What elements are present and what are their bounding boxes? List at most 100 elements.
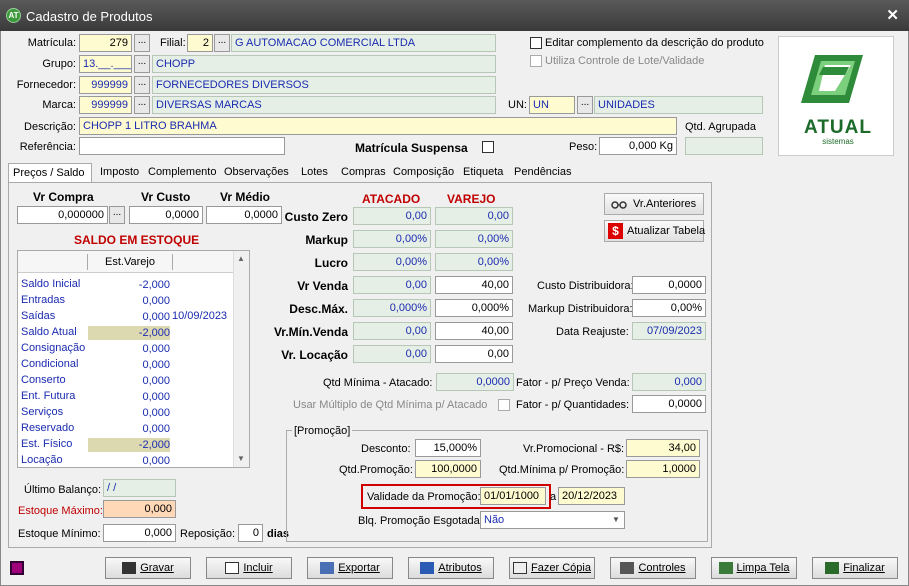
matricula-suspensa-checkbox[interactable] — [482, 141, 494, 153]
saldo-row[interactable]: Conserto 0,000 — [18, 373, 233, 389]
fator-qtd-input[interactable]: 0,0000 — [632, 395, 706, 413]
close-icon[interactable]: ✕ — [886, 6, 899, 24]
tab-pendencias[interactable]: Pendências — [510, 163, 576, 183]
tab-observacoes[interactable]: Observações — [220, 163, 293, 183]
marca-code-input[interactable]: 999999 — [79, 96, 132, 114]
reposicao-input[interactable]: 0 — [238, 524, 263, 542]
validade-fim-input[interactable]: 20/12/2023 — [558, 487, 625, 505]
tab-precos-saldo[interactable]: Preços / Saldo — [8, 163, 92, 183]
controle-lote-checkbox[interactable] — [530, 55, 542, 67]
varejo-value[interactable]: 40,00 — [435, 276, 513, 294]
scroll-down-icon[interactable]: ▼ — [237, 454, 245, 463]
vr-compra-input[interactable]: 0,000000 — [17, 206, 108, 224]
tab-etiqueta[interactable]: Etiqueta — [459, 163, 507, 183]
saldo-row[interactable]: Consignação 0,000 — [18, 341, 233, 357]
exportar-button[interactable]: Exportar — [307, 557, 393, 579]
grupo-code-input[interactable]: 13.__.___ — [79, 55, 132, 73]
varejo-value[interactable]: 0,00 — [435, 345, 513, 363]
atacado-value[interactable]: 0,00% — [353, 253, 431, 271]
matricula-input[interactable]: 279 — [79, 34, 132, 52]
varejo-value[interactable]: 40,00 — [435, 322, 513, 340]
saldo-row[interactable]: Ent. Futura 0,000 — [18, 389, 233, 405]
atacado-value[interactable]: 0,00 — [353, 345, 431, 363]
saldo-row[interactable]: Serviços 0,000 — [18, 405, 233, 421]
gravar-button[interactable]: Gravar — [105, 557, 191, 579]
controle-lote-label: Utiliza Controle de Lote/Validade — [545, 55, 705, 67]
atualizar-tabela-button[interactable]: $ Atualizar Tabela — [604, 220, 705, 242]
saldo-row[interactable]: Est. Físico -2,000 — [18, 437, 233, 453]
saldo-row-value: -2,000 — [138, 279, 170, 291]
saldo-row[interactable]: Locação 0,000 — [18, 453, 233, 469]
qtd-promocao-input[interactable]: 100,0000 — [415, 460, 481, 478]
editar-complemento-checkbox[interactable] — [530, 37, 542, 49]
editar-complemento-label: Editar complemento da descrição do produ… — [545, 37, 764, 49]
limpa-tela-button[interactable]: Limpa Tela — [711, 557, 797, 579]
markup-distribuidora-input[interactable]: 0,00% — [632, 299, 706, 317]
scroll-up-icon[interactable]: ▲ — [237, 254, 245, 263]
tab-composicao[interactable]: Composição — [389, 163, 458, 183]
varejo-value[interactable]: 0,00% — [435, 253, 513, 271]
saldo-row-name: Locação — [21, 454, 63, 466]
grupo-lookup-button[interactable]: ... — [134, 55, 150, 73]
pricing-row-label: Vr. Locação — [281, 348, 348, 362]
bloq-promocao-select[interactable]: Não ▼ — [480, 511, 625, 529]
controles-button[interactable]: Controles — [610, 557, 696, 579]
qtd-minima-atacado-label: Qtd Mínima - Atacado: — [323, 377, 433, 389]
desconto-input[interactable]: 15,000% — [415, 439, 481, 457]
varejo-value[interactable]: 0,00% — [435, 230, 513, 248]
saldo-row-name: Condicional — [21, 358, 79, 370]
fornecedor-label: Fornecedor: — [16, 79, 76, 91]
saldo-row[interactable]: Condicional 0,000 — [18, 357, 233, 373]
custo-distribuidora-label: Custo Distribuidora: — [537, 280, 634, 292]
custo-distribuidora-input[interactable]: 0,0000 — [632, 276, 706, 294]
qtd-minima-promocao-input[interactable]: 1,0000 — [626, 460, 700, 478]
un-code-input[interactable]: UN — [529, 96, 575, 114]
atacado-value[interactable]: 0,00 — [353, 322, 431, 340]
matricula-lookup-button[interactable]: ... — [134, 34, 150, 52]
finalizar-button[interactable]: Finalizar — [812, 557, 898, 579]
saldo-grid[interactable]: Est.Varejo ▲ ▼ Saldo Inicial -2,000 Entrad… — [17, 250, 250, 468]
atacado-value[interactable]: 0,000% — [353, 299, 431, 317]
saldo-row[interactable]: Reservado 0,000 — [18, 421, 233, 437]
marca-lookup-button[interactable]: ... — [134, 96, 150, 114]
saldo-row[interactable]: Saídas 0,000 10/09/2023 — [18, 309, 233, 325]
qtd-agrupada-input[interactable] — [685, 137, 763, 155]
varejo-value[interactable]: 0,00 — [435, 207, 513, 225]
atacado-value[interactable]: 0,00 — [353, 276, 431, 294]
tab-lotes[interactable]: Lotes — [297, 163, 332, 183]
vr-promocional-input[interactable]: 34,00 — [626, 439, 700, 457]
saldo-row[interactable]: Entradas 0,000 — [18, 293, 233, 309]
app-icon: AT — [6, 8, 21, 23]
saldo-row[interactable]: Saldo Inicial -2,000 — [18, 277, 233, 293]
peso-input[interactable]: 0,000 Kg — [599, 137, 677, 155]
fator-preco-input[interactable]: 0,000 — [632, 373, 706, 391]
fornecedor-code-input[interactable]: 999999 — [79, 76, 132, 94]
qtd-promocao-label: Qtd.Promoção: — [339, 464, 413, 476]
un-lookup-button[interactable]: ... — [577, 96, 593, 114]
tab-compras[interactable]: Compras — [337, 163, 390, 183]
vr-anteriores-button[interactable]: Vr.Anteriores — [604, 193, 704, 215]
atacado-value[interactable]: 0,00 — [353, 207, 431, 225]
saldo-row[interactable]: Saldo Atual -2,000 — [18, 325, 233, 341]
saldo-scrollbar[interactable]: ▲ ▼ — [233, 251, 249, 467]
fornecedor-lookup-button[interactable]: ... — [134, 76, 150, 94]
atributos-button[interactable]: Atributos — [408, 557, 494, 579]
tab-complemento[interactable]: Complemento — [144, 163, 220, 183]
filial-lookup-button[interactable]: ... — [214, 34, 230, 52]
referencia-input[interactable] — [79, 137, 285, 155]
atributos-label: Atributos — [438, 562, 482, 574]
qtd-minima-atacado-input[interactable]: 0,0000 — [436, 373, 514, 391]
estoque-maximo-input[interactable]: 0,000 — [103, 500, 176, 518]
varejo-value[interactable]: 0,000% — [435, 299, 513, 317]
incluir-button[interactable]: Incluir — [206, 557, 292, 579]
usar-multiplo-checkbox[interactable] — [498, 399, 510, 411]
descricao-input[interactable]: CHOPP 1 LITRO BRAHMA — [79, 117, 677, 135]
filial-code-input[interactable]: 2 — [187, 34, 213, 52]
fazer-copia-button[interactable]: Fazer Cópia — [509, 557, 595, 579]
validade-inicio-input[interactable]: 01/01/1000 — [480, 487, 546, 505]
vr-custo-input[interactable]: 0,0000 — [129, 206, 203, 224]
atacado-value[interactable]: 0,00% — [353, 230, 431, 248]
tab-imposto[interactable]: Imposto — [96, 163, 143, 183]
estoque-minimo-input[interactable]: 0,000 — [103, 524, 176, 542]
vr-compra-lookup-button[interactable]: ... — [109, 206, 125, 224]
